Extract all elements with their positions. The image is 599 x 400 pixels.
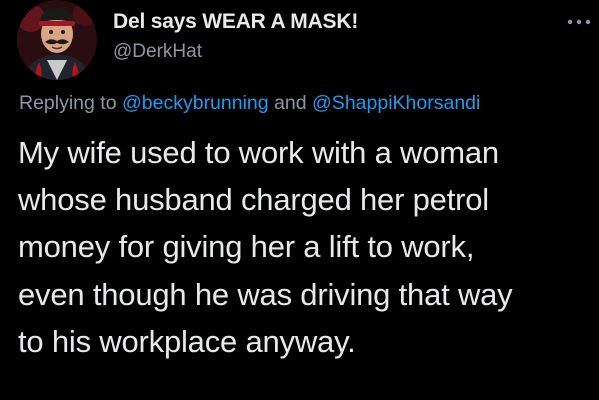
tweet-text: My wife used to work with a woman whose … — [18, 129, 593, 365]
mention-link-1[interactable]: @beckybrunning — [122, 92, 269, 114]
replying-to-conjunction: and — [274, 92, 307, 114]
profile-avatar-icon — [17, 0, 97, 80]
user-handle[interactable]: @DerkHat — [113, 41, 202, 63]
tweet-text-line: to his workplace anyway. — [18, 323, 356, 359]
tweet-text-line: My wife used to work with a woman — [18, 135, 499, 170]
tweet: Del says WEAR A MASK! @DerkHat Replying … — [0, 0, 599, 400]
mention-link-2[interactable]: @ShappiKhorsandi — [312, 92, 480, 114]
tweet-text-line: whose husband charged her petrol — [18, 182, 489, 218]
tweet-text-line: even though he was driving that way — [18, 276, 513, 312]
more-dots-icon — [567, 19, 591, 25]
avatar[interactable] — [17, 0, 97, 80]
tweet-text-line: money for giving her a lift to work, — [18, 229, 475, 265]
replying-to-prefix: Replying to — [19, 92, 117, 114]
more-horizontal-icon[interactable] — [566, 14, 592, 25]
display-name[interactable]: Del says WEAR A MASK! — [113, 10, 358, 34]
replying-to: Replying to @beckybrunning and @ShappiKh… — [19, 92, 480, 115]
